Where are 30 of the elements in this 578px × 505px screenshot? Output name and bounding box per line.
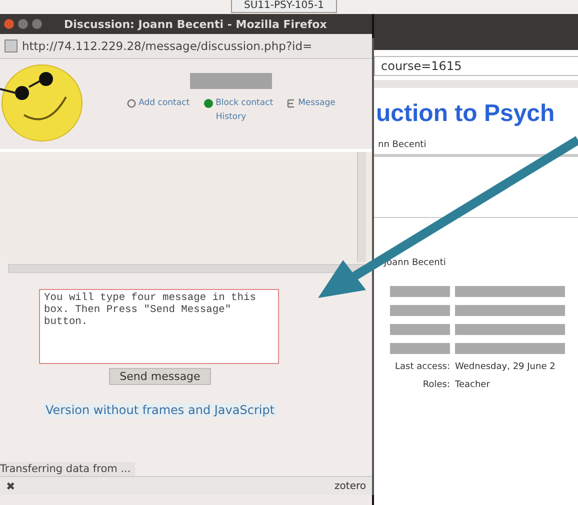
redacted-block xyxy=(390,305,450,316)
page-icon xyxy=(4,39,18,53)
status-text: Transferring data from ... xyxy=(0,462,135,476)
history-link[interactable]: History xyxy=(216,112,246,122)
addon-label[interactable]: zotero xyxy=(334,480,366,492)
window-title: Discussion: Joann Becenti - Mozilla Firefox xyxy=(64,18,327,30)
address-bar[interactable]: course=1615 xyxy=(374,56,578,76)
course-heading: uction to Psych xyxy=(375,99,556,128)
close-icon[interactable]: ✖ xyxy=(6,480,16,492)
status-dot-icon xyxy=(204,98,213,108)
field-value: Teacher xyxy=(455,380,491,390)
field-label: Last access: xyxy=(394,362,450,372)
field-value: Wednesday, 29 June 2 xyxy=(455,362,556,372)
action-link[interactable]: Add contact xyxy=(126,98,190,108)
action-link[interactable]: Message xyxy=(287,98,336,108)
send-button[interactable]: Send message xyxy=(108,368,212,385)
message-field[interactable]: You will type four message in this box. Then Press "Send Message" button. xyxy=(39,289,279,364)
redacted-block xyxy=(390,343,450,354)
vertical-scrollbar[interactable] xyxy=(357,152,366,262)
horizontal-scrollbar[interactable] xyxy=(8,264,364,273)
maximize-button[interactable] xyxy=(32,19,42,29)
field-label: Roles: xyxy=(422,380,450,390)
tab[interactable]: SU11-PSY-105-1 xyxy=(231,0,337,13)
redacted-block xyxy=(390,286,450,297)
minimize-button[interactable] xyxy=(18,19,28,29)
redacted-block xyxy=(390,324,450,335)
action-link[interactable]: Block contact xyxy=(204,98,274,108)
no-frames-link[interactable]: Version without frames and JavaScript xyxy=(43,403,277,417)
address-bar[interactable]: http://74.112.229.28/message/discussion.php?id= xyxy=(0,34,372,59)
close-window-button[interactable] xyxy=(4,19,14,29)
